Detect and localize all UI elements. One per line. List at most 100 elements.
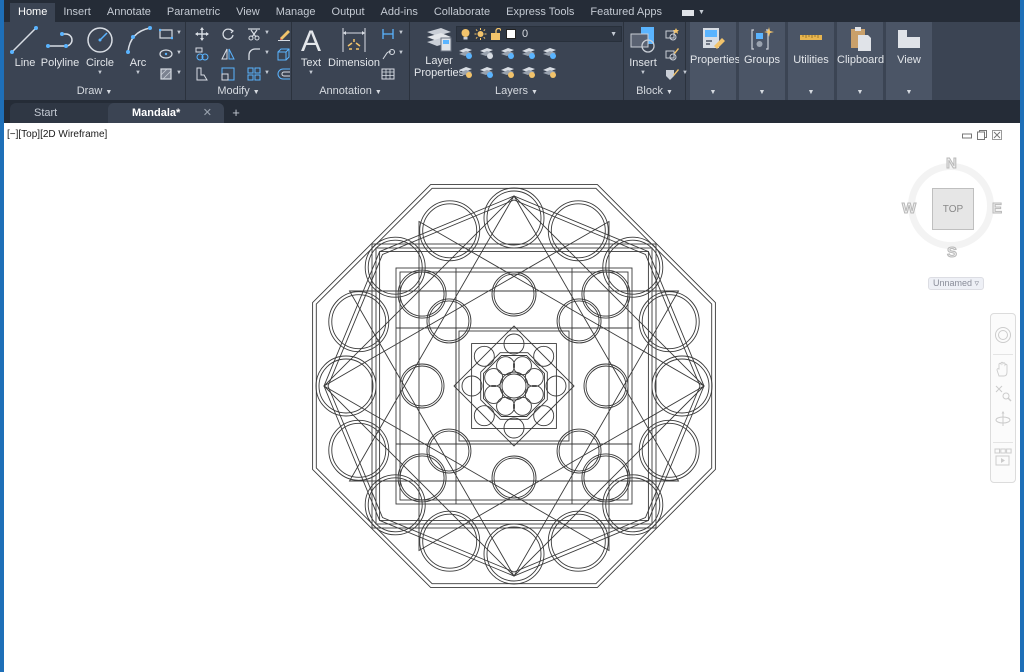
compass-west[interactable]: W bbox=[901, 200, 916, 218]
ribbon-tab-parametric[interactable]: Parametric bbox=[159, 3, 228, 22]
create-block-button[interactable] bbox=[662, 25, 682, 43]
ribbon-tab-collaborate[interactable]: Collaborate bbox=[426, 3, 498, 22]
ribbon-tab-insert[interactable]: Insert bbox=[55, 3, 99, 22]
edit-attributes-button[interactable]: ▼ bbox=[662, 65, 688, 83]
mid-octagon bbox=[327, 199, 701, 573]
draw-panel-title[interactable]: Draw ▼ bbox=[4, 84, 185, 98]
layer-on-button[interactable] bbox=[456, 63, 476, 81]
groups-panel-button[interactable]: Groups ▼ bbox=[739, 22, 785, 100]
rotate-button[interactable] bbox=[218, 25, 238, 43]
viewcube-top-face[interactable]: TOP bbox=[932, 188, 974, 230]
ribbon-minimize-toggle[interactable]: ▼ bbox=[670, 3, 713, 22]
leader-button[interactable]: ▼ bbox=[378, 45, 404, 63]
hatch-button[interactable]: ▼ bbox=[156, 65, 182, 83]
layer-lock-button[interactable] bbox=[519, 44, 539, 62]
polyline-label: Polyline bbox=[40, 57, 80, 69]
dimension-button[interactable]: Dimension bbox=[328, 24, 380, 69]
ellipse-icon bbox=[159, 49, 173, 59]
modify-panel-title[interactable]: Modify ▼ bbox=[186, 84, 291, 98]
table-button[interactable] bbox=[378, 65, 398, 83]
compass-south[interactable]: S bbox=[946, 244, 957, 262]
chevron-down-icon[interactable]: ▼ bbox=[135, 69, 141, 77]
arc-button[interactable]: Arc ▼ bbox=[122, 24, 154, 77]
text-button[interactable]: A Text ▼ bbox=[298, 24, 324, 77]
utilities-panel-button[interactable]: Utilities ▼ bbox=[788, 22, 834, 100]
ribbon-state-icon bbox=[681, 9, 694, 16]
offset-button[interactable] bbox=[274, 65, 294, 83]
annotation-panel-title[interactable]: Annotation ▼ bbox=[292, 84, 409, 98]
rectangle-button[interactable]: ▼ bbox=[156, 25, 182, 43]
layer-dropdown[interactable]: 0 ▼ bbox=[456, 26, 622, 42]
layer-change-button[interactable] bbox=[477, 63, 497, 81]
minimize-icon[interactable] bbox=[962, 130, 972, 140]
ribbon-tab-express-tools[interactable]: Express Tools bbox=[498, 3, 582, 22]
ring-circle bbox=[315, 355, 377, 417]
zoom-extents-button[interactable] bbox=[994, 384, 1012, 402]
tab-mandala[interactable]: Mandala* ✕ bbox=[108, 103, 224, 123]
fillet-button[interactable]: ▼ bbox=[244, 45, 270, 63]
edit-attributes-icon bbox=[666, 69, 679, 80]
linear-dimension-button[interactable]: ▼ bbox=[378, 25, 404, 43]
viewport-controls-label[interactable]: [−][Top][2D Wireframe] bbox=[7, 129, 107, 140]
chevron-down-icon[interactable]: ▼ bbox=[97, 69, 103, 77]
mid-circle bbox=[583, 363, 629, 409]
copy-button[interactable] bbox=[192, 45, 212, 63]
layer-match-button[interactable] bbox=[477, 44, 497, 62]
drawing-viewport[interactable]: [−][Top][2D Wireframe] TOP N S W E Unnam… bbox=[4, 123, 1020, 672]
ribbon-tab-featured-apps[interactable]: Featured Apps bbox=[582, 3, 670, 22]
new-tab-button[interactable]: + bbox=[228, 104, 244, 122]
ribbon-tab-add-ins[interactable]: Add-ins bbox=[373, 3, 426, 22]
layer-freeze-button[interactable] bbox=[498, 44, 518, 62]
insert-block-button[interactable]: Insert ▼ bbox=[628, 24, 658, 77]
close-icon[interactable]: ✕ bbox=[203, 103, 212, 123]
mirror-button[interactable] bbox=[218, 45, 238, 63]
mandala-drawing[interactable] bbox=[289, 161, 739, 611]
erase-button[interactable] bbox=[274, 25, 294, 43]
ellipse-button[interactable]: ▼ bbox=[156, 45, 182, 63]
line-button[interactable]: Line bbox=[8, 24, 42, 69]
layer-state-button[interactable] bbox=[540, 44, 560, 62]
array-button[interactable]: ▼ bbox=[244, 65, 270, 83]
layers-panel-title[interactable]: Layers ▼ bbox=[410, 84, 623, 98]
ribbon-tab-output[interactable]: Output bbox=[324, 3, 373, 22]
edit-block-button[interactable] bbox=[662, 45, 682, 63]
layer-isolate-button[interactable] bbox=[540, 63, 560, 81]
circle-button[interactable]: Circle ▼ bbox=[84, 24, 116, 77]
explode-button[interactable] bbox=[274, 45, 294, 63]
chevron-down-icon: ▼ bbox=[856, 89, 864, 96]
fillet-icon bbox=[248, 48, 260, 60]
clipboard-panel-button[interactable]: Clipboard ▼ bbox=[837, 22, 884, 100]
showmotion-button[interactable] bbox=[994, 448, 1012, 466]
tab-start[interactable]: Start bbox=[10, 103, 122, 123]
ribbon-tab-home[interactable]: Home bbox=[10, 3, 56, 22]
stretch-button[interactable] bbox=[192, 65, 212, 83]
mid-circle bbox=[556, 298, 602, 344]
polyline-button[interactable]: Polyline bbox=[40, 24, 80, 69]
steering-wheel-button[interactable] bbox=[994, 326, 1012, 344]
compass-north[interactable]: N bbox=[946, 155, 958, 173]
ucs-dropdown[interactable]: Unnamed ▿ bbox=[928, 277, 985, 290]
lightbulb-icon bbox=[461, 29, 470, 40]
properties-panel-button[interactable]: Properties ▼ bbox=[690, 22, 740, 100]
pan-button[interactable] bbox=[994, 360, 1012, 378]
trim-button[interactable]: ▼ bbox=[244, 25, 270, 43]
corner-circle bbox=[397, 269, 447, 319]
move-button[interactable] bbox=[192, 25, 212, 43]
scale-button[interactable] bbox=[218, 65, 238, 83]
compass-east[interactable]: E bbox=[991, 200, 1002, 218]
layer-thaw-button[interactable] bbox=[498, 63, 518, 81]
view-panel-button[interactable]: View ▼ bbox=[886, 22, 932, 100]
layer-off-button[interactable] bbox=[456, 44, 476, 62]
annotation-panel-label: Annotation bbox=[319, 85, 372, 97]
orbit-button[interactable] bbox=[994, 410, 1012, 428]
ribbon-tab-annotate[interactable]: Annotate bbox=[99, 3, 159, 22]
ribbon-tab-manage[interactable]: Manage bbox=[268, 3, 324, 22]
restore-icon[interactable] bbox=[977, 130, 987, 140]
viewcube[interactable]: TOP N S W E Unnamed ▿ bbox=[900, 153, 1004, 293]
annotation-small-tools: ▼ ▼ bbox=[378, 25, 404, 85]
orbit-icon bbox=[995, 411, 1011, 426]
ribbon-tab-view[interactable]: View bbox=[228, 3, 268, 22]
block-panel-title[interactable]: Block ▼ bbox=[624, 84, 685, 98]
close-icon[interactable] bbox=[992, 130, 1002, 140]
layer-unlock-button[interactable] bbox=[519, 63, 539, 81]
